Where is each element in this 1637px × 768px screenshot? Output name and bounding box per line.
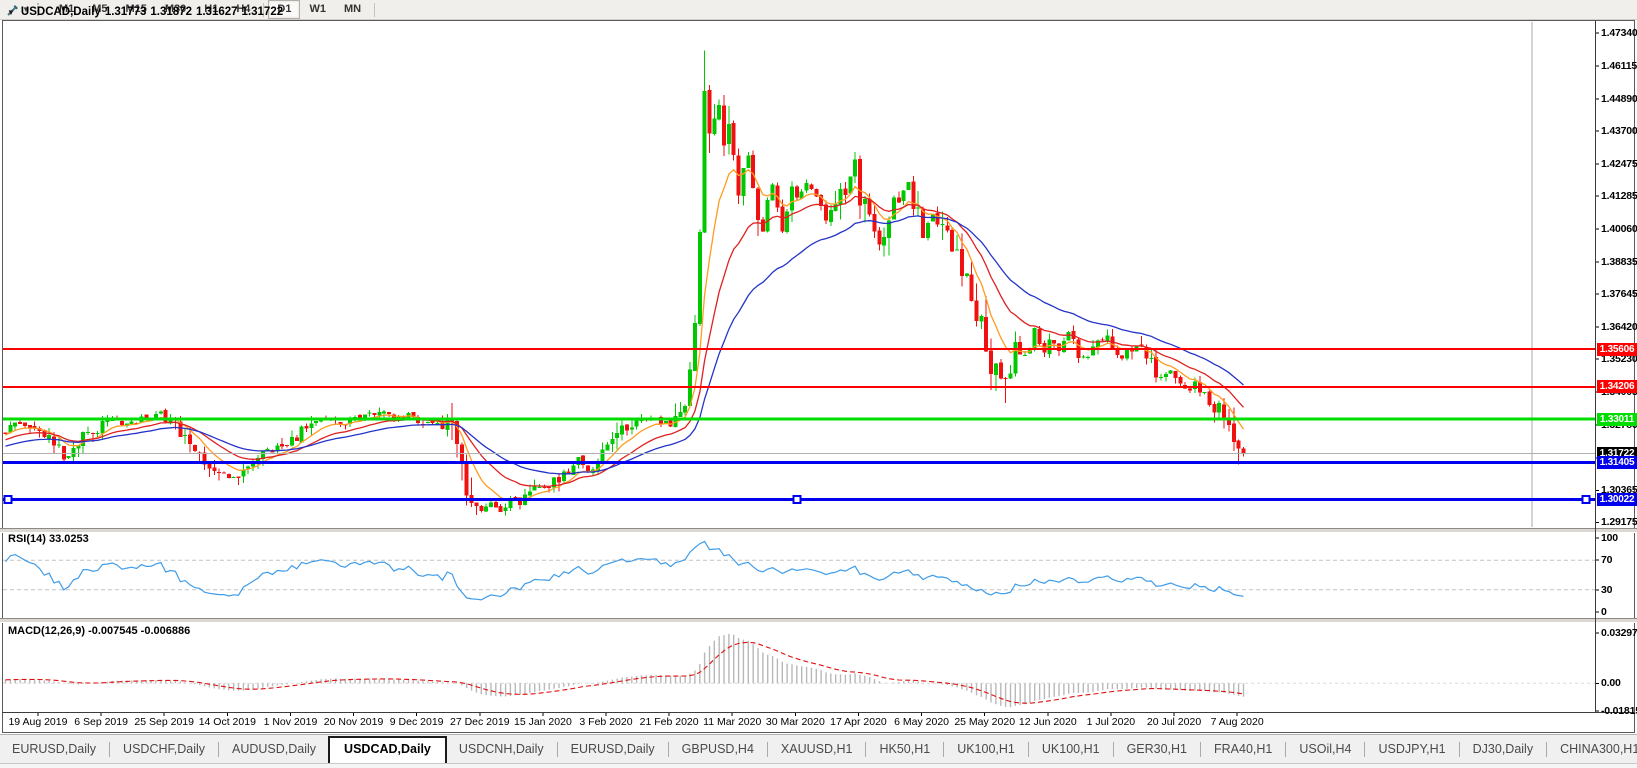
rsi-axis-label: 0 (1601, 606, 1607, 618)
date-axis-label: 7 Aug 2020 (1195, 716, 1279, 728)
candles (4, 51, 1246, 516)
tab-uk100-h1[interactable]: UK100,H1 (945, 737, 1027, 762)
tab-eurusd-daily[interactable]: EURUSD,Daily (559, 737, 667, 762)
price-axis-label: 1.47340 (1601, 27, 1637, 39)
tab-separator (865, 742, 866, 757)
tab-usdchf-daily[interactable]: USDCHF,Daily (111, 737, 217, 762)
price-axis-label: 1.44890 (1601, 93, 1637, 105)
moving-average-lines (6, 170, 1244, 501)
tab-hk50-h1[interactable]: HK50,H1 (867, 737, 942, 762)
chart-symbol-label: USDCAD,Daily (21, 6, 101, 18)
tab-separator (668, 742, 669, 757)
tab-separator (1364, 742, 1365, 757)
line-drag-handle[interactable] (5, 496, 12, 503)
rsi-axis-label: 70 (1601, 554, 1612, 566)
price-axis-label: 1.43700 (1601, 125, 1637, 137)
tab-gbpusd-h4[interactable]: GBPUSD,H4 (670, 737, 766, 762)
rsi-axis-label: 30 (1601, 584, 1612, 596)
price-axis-label: 1.37645 (1601, 288, 1637, 300)
ohlc-open: 1.31773 (105, 6, 147, 18)
tab-eurusd-daily[interactable]: EURUSD,Daily (0, 737, 108, 762)
status-strip (0, 763, 1637, 768)
tab-xauusd-h1[interactable]: XAUUSD,H1 (769, 737, 865, 762)
rsi-axis-label: 100 (1601, 532, 1618, 544)
rsi-pane (3, 541, 1595, 600)
ohlc-close: 1.31722 (242, 6, 284, 18)
chart-title: ▼ USDCAD,Daily 1.317731.31872 1.31627 1.31… (7, 6, 283, 18)
tab-audusd-daily[interactable]: AUDUSD,Daily (220, 737, 328, 762)
line-drag-handle[interactable] (1583, 496, 1590, 503)
tab-usdjpy-h1[interactable]: USDJPY,H1 (1366, 737, 1457, 762)
tab-separator (1200, 742, 1201, 757)
tab-usdcnh-daily[interactable]: USDCNH,Daily (447, 737, 556, 762)
price-axis-label: 1.36420 (1601, 321, 1637, 333)
price-axis-label: 1.41285 (1601, 190, 1637, 202)
tab-fra40-h1[interactable]: FRA40,H1 (1202, 737, 1284, 762)
ma-fast-line (6, 170, 1244, 501)
price-axis-border (1595, 21, 1596, 713)
macd-axis-label: 0.00 (1601, 677, 1621, 689)
ohlc-low: 1.31627 (196, 6, 238, 18)
chart-bottom-border (2, 712, 1635, 713)
tab-separator (1113, 742, 1114, 757)
price-badge: 1.31405 (1597, 456, 1637, 469)
tab-separator (557, 742, 558, 757)
tab-china300-h1[interactable]: CHINA300,H1 (1548, 737, 1637, 762)
tab-ger30-h1[interactable]: GER30,H1 (1115, 737, 1199, 762)
collapse-icon[interactable]: ▼ (7, 8, 15, 17)
price-badge: 1.30022 (1597, 493, 1637, 506)
tab-separator (943, 742, 944, 757)
macd-axis-label: 0.032972 (1601, 627, 1637, 639)
tab-usdcad-daily[interactable]: USDCAD,Daily (328, 736, 447, 763)
macd-indicator-label: MACD(12,26,9) -0.007545 -0.006886 (8, 625, 190, 637)
tab-separator (767, 742, 768, 757)
price-axis-label: 1.46115 (1601, 60, 1637, 72)
tab-separator (1459, 742, 1460, 757)
macd-pane (3, 634, 1595, 707)
tab-dj30-daily[interactable]: DJ30,Daily (1461, 737, 1545, 762)
price-badge: 1.35606 (1597, 343, 1637, 356)
main-chart-canvas[interactable] (0, 0, 1637, 767)
tab-usoil-h4[interactable]: USOil,H4 (1287, 737, 1363, 762)
tab-separator (1028, 742, 1029, 757)
tab-uk100-h1[interactable]: UK100,H1 (1030, 737, 1112, 762)
price-axis-label: 1.29175 (1601, 516, 1637, 528)
price-badge: 1.33011 (1597, 413, 1637, 426)
rsi-line (6, 541, 1244, 600)
tab-separator (1546, 742, 1547, 757)
rsi-indicator-label: RSI(14) 33.0253 (8, 533, 89, 545)
macd-axis-label: -0.018154 (1601, 705, 1637, 717)
price-axis-label: 1.42475 (1601, 158, 1637, 170)
tab-separator (218, 742, 219, 757)
pane-separator-rsi[interactable] (0, 528, 1637, 533)
tab-separator (1285, 742, 1286, 757)
pane-separator-macd[interactable] (0, 618, 1637, 623)
line-drag-handle[interactable] (794, 496, 801, 503)
price-badge: 1.34206 (1597, 380, 1637, 393)
tab-separator (109, 742, 110, 757)
macd-signal-line (6, 642, 1244, 703)
ohlc-high: 1.31872 (150, 6, 192, 18)
price-axis-label: 1.38835 (1601, 256, 1637, 268)
price-axis-label: 1.40060 (1601, 223, 1637, 235)
chart-tab-bar: EURUSD,DailyUSDCHF,DailyAUDUSD,DailyUSDC… (0, 734, 1637, 764)
